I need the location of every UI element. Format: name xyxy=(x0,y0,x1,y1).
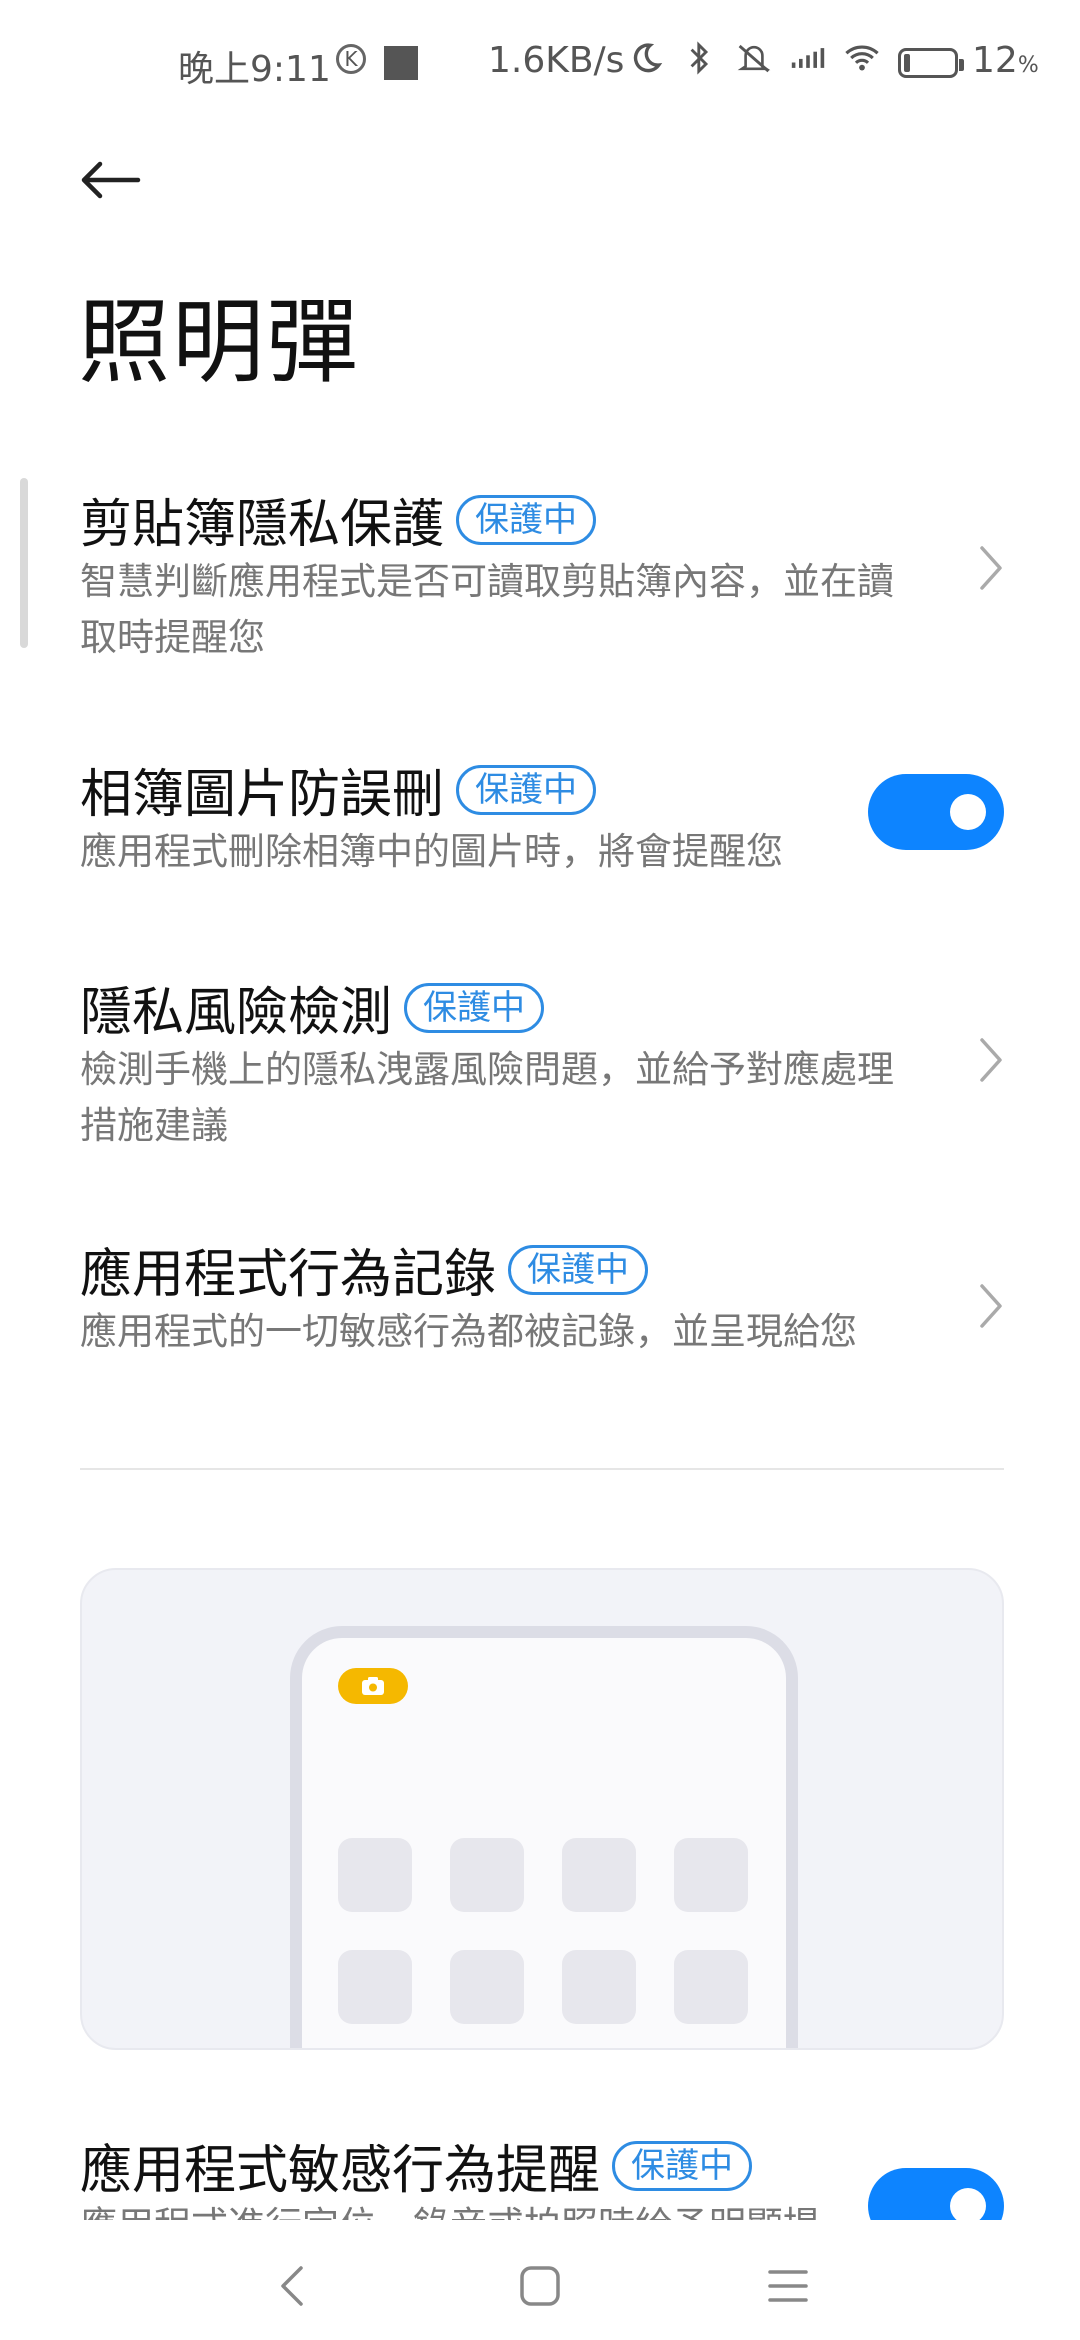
setting-clipboard-privacy[interactable]: 剪貼簿隱私保護 保護中 智慧判斷應用程式是否可讀取剪貼簿內容，並在讀取時提醒您 xyxy=(0,470,1080,680)
setting-description: 應用程式進行定位、錄音或拍照時給予明顯提 xyxy=(80,2198,900,2220)
setting-description: 應用程式的一切敏感行為都被記錄，並呈現給您 xyxy=(80,1310,857,1353)
app-tile xyxy=(338,1950,412,2024)
home-nav-icon xyxy=(520,2266,560,2306)
page-title: 照明彈 xyxy=(78,289,361,396)
app-tile xyxy=(450,1950,524,2024)
setting-privacy-risk-detection[interactable]: 隱私風險檢測 保護中 檢測手機上的隱私洩露風險問題，並給予對應處理措施建議 xyxy=(0,958,1080,1168)
album-protection-toggle[interactable] xyxy=(868,774,1004,850)
app-tile xyxy=(562,1950,636,2024)
setting-title: 應用程式敏感行為提醒 保護中 xyxy=(80,2128,753,2203)
section-divider xyxy=(80,1468,1004,1470)
setting-title-text: 相簿圖片防誤刪 xyxy=(80,765,445,825)
setting-title-text: 隱私風險檢測 xyxy=(80,983,393,1043)
feature-illustration xyxy=(80,1568,1004,2050)
setting-sensitive-behavior-reminder[interactable]: 應用程式敏感行為提醒 保護中 應用程式進行定位、錄音或拍照時給予明顯提 xyxy=(0,2120,1080,2220)
wifi-icon xyxy=(844,40,880,76)
status-bar: 晚上9:11 K 1.6KB/s 12% xyxy=(0,0,1080,128)
app-tile xyxy=(562,1838,636,1912)
camera-indicator-icon xyxy=(338,1668,408,1704)
app-tile xyxy=(450,1838,524,1912)
setting-description: 智慧判斷應用程式是否可讀取剪貼簿內容，並在讀取時提醒您 xyxy=(80,560,894,659)
chevron-right-icon xyxy=(980,1038,1002,1082)
back-button[interactable] xyxy=(70,140,150,220)
setting-title-text: 應用程式敏感行為提醒 xyxy=(80,2141,601,2201)
setting-app-behavior-log[interactable]: 應用程式行為記錄 保護中 應用程式的一切敏感行為都被記錄，並呈現給您 xyxy=(0,1220,1080,1370)
setting-title: 剪貼簿隱私保護 保護中 xyxy=(80,482,597,557)
moon-icon xyxy=(628,40,664,76)
toggle-knob xyxy=(950,794,986,830)
setting-title-text: 剪貼簿隱私保護 xyxy=(80,495,445,555)
silent-icon xyxy=(736,40,772,76)
back-nav-icon xyxy=(281,2266,303,2306)
nav-home-button[interactable] xyxy=(510,2256,570,2316)
sensitive-behavior-toggle[interactable] xyxy=(868,2168,1004,2220)
app-grid xyxy=(338,1838,748,2024)
status-badge: 保護中 xyxy=(456,764,597,815)
arrow-left-icon xyxy=(81,161,141,199)
status-badge: 保護中 xyxy=(508,1244,649,1295)
setting-album-delete-protection[interactable]: 相簿圖片防誤刪 保護中 應用程式刪除相簿中的圖片時，將會提醒您 xyxy=(0,740,1080,890)
setting-description: 應用程式刪除相簿中的圖片時，將會提醒您 xyxy=(80,830,783,873)
status-badge: 保護中 xyxy=(404,982,545,1033)
network-speed: 1.6KB/s xyxy=(488,40,625,81)
battery-icon xyxy=(898,48,964,78)
nav-back-button[interactable] xyxy=(262,2256,322,2316)
chevron-right-icon xyxy=(980,1284,1002,1328)
chevron-right-icon xyxy=(980,546,1002,590)
signal-icon xyxy=(790,40,826,76)
toggle-knob xyxy=(950,2188,986,2220)
navigation-bar xyxy=(0,2232,1080,2340)
recents-nav-icon xyxy=(768,2270,808,2302)
setting-description: 檢測手機上的隱私洩露風險問題，並給予對應處理措施建議 xyxy=(80,1048,894,1147)
setting-title: 相簿圖片防誤刪 保護中 xyxy=(80,752,597,827)
bluetooth-icon xyxy=(682,40,718,76)
notification-square-icon xyxy=(384,46,418,80)
app-tile xyxy=(674,1838,748,1912)
phone-illustration xyxy=(290,1626,798,2048)
status-badge: 保護中 xyxy=(612,2140,753,2191)
status-time: 晚上9:11 xyxy=(178,49,331,90)
battery-level: 12% xyxy=(972,40,1039,81)
nav-recents-button[interactable] xyxy=(758,2256,818,2316)
setting-title-text: 應用程式行為記錄 xyxy=(80,1245,497,1305)
app-tile xyxy=(338,1838,412,1912)
status-badge: 保護中 xyxy=(456,494,597,545)
k-icon: K xyxy=(336,44,366,74)
status-icons xyxy=(628,40,880,76)
setting-title: 應用程式行為記錄 保護中 xyxy=(80,1232,649,1307)
app-tile xyxy=(674,1950,748,2024)
setting-title: 隱私風險檢測 保護中 xyxy=(80,970,545,1045)
